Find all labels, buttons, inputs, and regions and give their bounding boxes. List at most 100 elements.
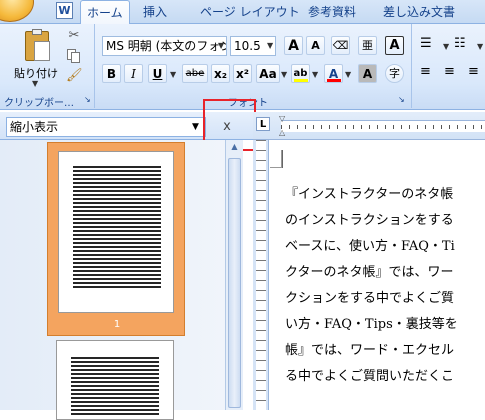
horizontal-ruler: L ▽ △: [253, 112, 485, 140]
align-right-icon[interactable]: ≡: [468, 64, 485, 84]
thumbnail-page-1[interactable]: 1: [47, 142, 185, 336]
underline-button[interactable]: U: [148, 64, 167, 83]
document-line: クションをする中でよくご質: [285, 291, 455, 306]
tab-mailings[interactable]: 差し込み文書: [377, 0, 461, 24]
document-line: のインストラクションをする: [285, 213, 454, 228]
office-button[interactable]: [0, 0, 34, 22]
change-case-dropdown-icon[interactable]: ▼: [281, 70, 287, 79]
thumbnail-page-1-sheet: [58, 151, 174, 313]
clipboard-group: 貼り付け ▼ ✂ 🖌 クリップボー… ↘: [0, 24, 95, 109]
numbering-dropdown-icon[interactable]: ▼: [477, 42, 483, 51]
margin-corner-mark: [270, 150, 282, 168]
strikethrough-button[interactable]: abe: [182, 64, 208, 83]
vertical-ruler: [253, 140, 269, 410]
strikethrough-icon: abe: [185, 68, 205, 79]
enclose-char-button[interactable]: 字: [385, 64, 404, 83]
char-shading-button[interactable]: A: [358, 64, 377, 83]
ruler-scale: [281, 120, 485, 132]
first-line-indent-marker[interactable]: ▽: [279, 114, 287, 123]
scroll-up-icon[interactable]: ▲: [228, 142, 241, 156]
font-group: MS 明朝 (本文のフォン ▼ 10.5 ▼ A A ⌫ 亜 A B I U ▼…: [98, 24, 412, 109]
font-color-button[interactable]: A: [324, 64, 343, 83]
bullets-icon[interactable]: ☰: [420, 36, 442, 56]
superscript-button[interactable]: x²: [233, 64, 252, 83]
font-name-dropdown-icon[interactable]: ▼: [218, 36, 228, 56]
document-line: クターのネタ帳』では、ワー: [285, 265, 454, 280]
document-line: 帳』では、ワード・エクセル: [285, 343, 455, 358]
highlight-button[interactable]: ab: [291, 64, 310, 83]
furigana-icon: 亜: [362, 39, 373, 52]
highlight-icon: ab: [293, 68, 308, 79]
scroll-thumb[interactable]: [228, 158, 241, 408]
ribbon: 貼り付け ▼ ✂ 🖌 クリップボー… ↘ MS 明朝 (本文のフォン ▼ 10.…: [0, 24, 485, 110]
bullets-dropdown-icon[interactable]: ▼: [443, 42, 449, 51]
text-cursor: [282, 150, 283, 168]
thumbnail-page-2-sheet: [56, 340, 174, 420]
paste-button[interactable]: 貼り付け ▼: [10, 28, 60, 88]
font-color-swatch: [327, 79, 341, 82]
numbering-icon[interactable]: ☷: [454, 36, 476, 56]
bold-button[interactable]: B: [102, 64, 121, 83]
format-painter-icon[interactable]: 🖌: [66, 68, 83, 84]
superscript-icon: x²: [236, 67, 249, 81]
grow-font-icon: A: [288, 38, 299, 54]
tab-selector-button[interactable]: L: [256, 117, 270, 131]
nav-pane-header: 縮小表示 ▼ x: [0, 99, 256, 151]
ribbon-tab-bar: W ホーム 挿入 ページ レイアウト 参考資料 差し込み文書: [0, 0, 485, 25]
shrink-font-button[interactable]: A: [306, 36, 325, 55]
copy-icon[interactable]: [66, 48, 82, 64]
document-line: い方・FAQ・Tips・裏技等を: [285, 317, 458, 332]
word-doc-icon[interactable]: W: [56, 2, 73, 19]
change-case-button[interactable]: Aa: [256, 64, 280, 83]
highlight-dropdown-icon[interactable]: ▼: [312, 70, 318, 79]
thumbnail-pane: 1: [0, 140, 243, 420]
document-line: ベースに、使い方・FAQ・Ti: [285, 239, 455, 254]
italic-icon: I: [131, 67, 136, 81]
highlight-color-swatch: [294, 79, 308, 82]
font-size-dropdown-icon[interactable]: ▼: [267, 36, 277, 56]
hanging-indent-marker[interactable]: △: [279, 128, 287, 137]
thumbnail-scrollbar[interactable]: ▲: [225, 140, 243, 410]
font-size-value: 10.5: [234, 39, 261, 53]
char-shading-icon: A: [362, 67, 373, 81]
underline-icon: U: [152, 67, 163, 81]
font-name-value: MS 明朝 (本文のフォン: [106, 39, 227, 53]
nav-view-value: 縮小表示: [10, 120, 59, 134]
underline-dropdown-icon[interactable]: ▼: [170, 70, 176, 79]
paste-dropdown-icon[interactable]: ▼: [32, 79, 38, 88]
font-name-combo[interactable]: MS 明朝 (本文のフォン: [102, 36, 227, 56]
tab-page-layout[interactable]: ページ レイアウト: [194, 0, 306, 24]
document-line: る中でよくご質問いただくこ: [285, 369, 455, 384]
tab-stop-icon: L: [259, 119, 267, 130]
align-center-icon[interactable]: ≡: [444, 64, 464, 84]
char-border-button[interactable]: A: [385, 36, 404, 55]
font-color-dropdown-icon[interactable]: ▼: [345, 70, 351, 79]
shrink-font-icon: A: [311, 39, 320, 52]
char-border-icon: A: [389, 38, 400, 53]
vertical-ruler-scale: [256, 140, 266, 410]
thumbnail-text-lines: [71, 357, 159, 417]
dialog-launcher-icon[interactable]: ↘: [84, 95, 91, 104]
italic-button[interactable]: I: [124, 64, 143, 83]
thumbnail-page-number: 1: [113, 319, 121, 330]
clipboard-group-label: クリップボー…: [4, 98, 74, 109]
tab-insert[interactable]: 挿入: [137, 0, 173, 24]
subscript-icon: x₂: [214, 67, 227, 81]
document-line: 『インストラクターのネタ帳: [285, 187, 454, 202]
furigana-button[interactable]: 亜: [358, 36, 377, 55]
clear-format-icon: ⌫: [332, 39, 349, 52]
thumbnail-page-2[interactable]: [56, 340, 174, 420]
tab-references[interactable]: 参考資料: [302, 0, 362, 24]
nav-view-select[interactable]: 縮小表示: [6, 117, 206, 137]
enclose-char-icon: 字: [389, 67, 400, 80]
tab-home[interactable]: ホーム: [80, 0, 130, 25]
subscript-button[interactable]: x₂: [211, 64, 230, 83]
bold-icon: B: [106, 67, 117, 81]
font-dialog-launcher-icon[interactable]: ↘: [398, 95, 405, 104]
clear-format-button[interactable]: ⌫: [331, 36, 350, 55]
cut-icon[interactable]: ✂: [66, 28, 82, 44]
grow-font-button[interactable]: A: [284, 36, 303, 55]
thumbnail-text-lines: [73, 166, 161, 290]
align-left-icon[interactable]: ≡: [420, 64, 440, 84]
paragraph-group: ☰ ▼ ☷ ▼ ≡ ≡ ≡: [416, 24, 485, 108]
